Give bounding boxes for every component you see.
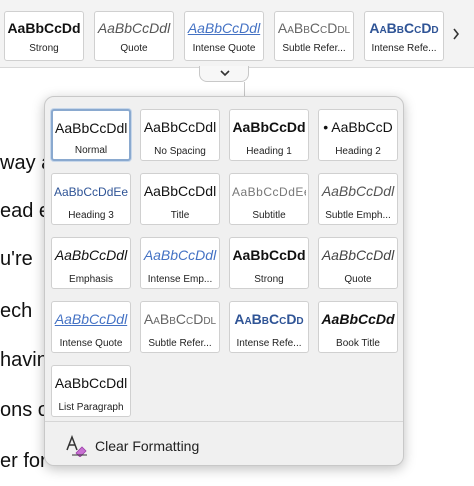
style-list-paragraph[interactable]: AaBbCcDdl List Paragraph (51, 365, 131, 417)
style-sample: AaBbCcDdEe (54, 185, 128, 199)
style-label: Intense Quote (192, 43, 256, 54)
style-heading-1[interactable]: AaBbCcDd Heading 1 (229, 109, 309, 161)
style-label: List Paragraph (58, 402, 124, 413)
style-label: Heading 3 (68, 210, 114, 221)
style-no-spacing[interactable]: AaBbCcDdl No Spacing (140, 109, 220, 161)
style-sample: AaBbCcDdl (321, 247, 395, 263)
style-label: Normal (74, 145, 108, 156)
document-text: ech (0, 300, 33, 322)
style-sample: AaBbCcDdl (321, 183, 395, 199)
style-label: No Spacing (154, 146, 206, 157)
clear-formatting-icon (66, 435, 87, 457)
style-sample: AaBbCcDdl (143, 247, 217, 263)
style-label: Subtitle (252, 210, 286, 221)
style-label: Subtle Refer... (148, 338, 212, 349)
style-label: Emphasis (69, 274, 113, 285)
ribbon-style-intense-quote[interactable]: AaBbCcDdl Intense Quote (184, 11, 264, 61)
style-sample: AaBbCcDd (7, 20, 81, 36)
panel-divider (45, 421, 403, 422)
style-intense-reference[interactable]: AaBbCcDd Intense Refe... (229, 301, 309, 353)
style-label: Title (170, 210, 190, 221)
style-label: Intense Quote (59, 338, 123, 349)
style-normal[interactable]: AaBbCcDdl Normal (51, 109, 131, 161)
style-label: Quote (120, 43, 148, 54)
style-sample: AaBbCcDdl (54, 375, 128, 391)
style-intense-emphasis[interactable]: AaBbCcDdl Intense Emp... (140, 237, 220, 289)
expand-styles-button[interactable] (199, 66, 249, 82)
style-label: Strong (254, 274, 284, 285)
chevron-right-icon[interactable] (452, 28, 460, 43)
style-label: Subtle Refer... (282, 43, 346, 54)
ribbon-style-intense-reference[interactable]: AaBbCcDd Intense Refe... (364, 11, 444, 61)
style-label: Heading 1 (246, 146, 292, 157)
style-book-title[interactable]: AaBbCcDd Book Title (318, 301, 398, 353)
style-label: Heading 2 (335, 146, 381, 157)
style-heading-2[interactable]: • AaBbCcD Heading 2 (318, 109, 398, 161)
style-label: Quote (344, 274, 372, 285)
style-sample: AaBbCcDd (369, 20, 439, 36)
style-label: Intense Refe... (371, 43, 437, 54)
style-subtle-reference[interactable]: AaBbCcDdl Subtle Refer... (140, 301, 220, 353)
style-label: Book Title (336, 338, 380, 349)
ribbon-style-subtle-reference[interactable]: AaBbCcDdl Subtle Refer... (274, 11, 354, 61)
document-text: havin (0, 349, 48, 371)
ribbon-style-strong[interactable]: AaBbCcDd Strong (4, 11, 84, 61)
style-sample: AaBbCcDdl (55, 120, 127, 136)
style-sample: AaBbCcDd (234, 311, 304, 327)
style-strong[interactable]: AaBbCcDd Strong (229, 237, 309, 289)
style-sample: AaBbCcDdl (277, 20, 351, 36)
style-heading-3[interactable]: AaBbCcDdEe Heading 3 (51, 173, 131, 225)
style-subtitle[interactable]: AaBbCcDdEe Subtitle (229, 173, 309, 225)
clear-formatting-button[interactable]: Clear Formatting (65, 433, 199, 459)
style-sample: AaBbCcDd (232, 119, 306, 135)
style-sample: AaBbCcDdl (54, 247, 128, 263)
ribbon-style-quote[interactable]: AaBbCcDdl Quote (94, 11, 174, 61)
style-emphasis[interactable]: AaBbCcDdl Emphasis (51, 237, 131, 289)
style-label: Subtle Emph... (325, 210, 391, 221)
document-text: er for (0, 450, 47, 472)
document-text: u're (0, 248, 33, 270)
style-sample: AaBbCcDdEe (232, 185, 306, 199)
style-subtle-emphasis[interactable]: AaBbCcDdl Subtle Emph... (318, 173, 398, 225)
style-sample: AaBbCcDdl (143, 119, 217, 135)
styles-ribbon: AaBbCcDd Strong AaBbCcDdl Quote AaBbCcDd… (0, 0, 474, 68)
style-label: Strong (29, 43, 59, 54)
style-sample: AaBbCcDdl (143, 311, 217, 327)
style-sample: AaBbCcDdl (143, 183, 217, 199)
style-title[interactable]: AaBbCcDdl Title (140, 173, 220, 225)
style-quote[interactable]: AaBbCcDdl Quote (318, 237, 398, 289)
style-sample: AaBbCcDdl (187, 20, 261, 36)
style-sample: AaBbCcDd (321, 311, 395, 327)
style-sample: • AaBbCcD (323, 119, 393, 135)
style-sample: AaBbCcDdl (54, 311, 128, 327)
style-sample: AaBbCcDdl (97, 20, 171, 36)
style-sample: AaBbCcDd (232, 247, 306, 263)
chevron-down-icon (220, 70, 230, 77)
document-text: ons o (0, 399, 49, 421)
style-label: Intense Refe... (236, 338, 302, 349)
style-label: Intense Emp... (147, 274, 213, 285)
clear-formatting-label: Clear Formatting (95, 438, 200, 454)
style-intense-quote[interactable]: AaBbCcDdl Intense Quote (51, 301, 131, 353)
styles-gallery-panel: AaBbCcDdl Normal AaBbCcDdl No Spacing Aa… (44, 96, 404, 466)
document-text: ead e (0, 200, 51, 222)
